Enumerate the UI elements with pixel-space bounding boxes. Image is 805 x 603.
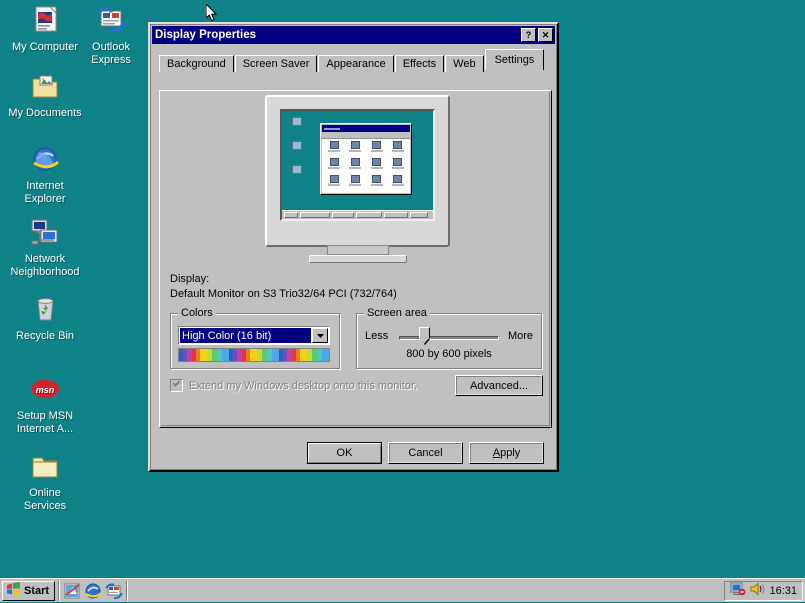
display-label: Display: [170,273,209,285]
mouse-cursor [206,4,218,23]
monitor-case [265,95,450,247]
tab-settings[interactable]: Settings [485,49,545,70]
tab-appearance[interactable]: Appearance [318,55,393,72]
taskbar-separator [58,581,60,601]
ok-button[interactable]: OK [307,442,382,464]
desktop-icon-label: Network Neighborhood [0,253,90,279]
monitor-preview [265,95,450,267]
desktop-icon-recycle-bin[interactable]: Recycle Bin [0,293,90,343]
desktop-icon-outlook-express[interactable]: Outlook Express [66,4,156,67]
windows-flag-icon [6,582,21,599]
close-button[interactable]: ✕ [538,28,553,42]
desktop-icon-setup-msn[interactable]: msn Setup MSN Internet A... [0,373,90,436]
clock[interactable]: 16:31 [769,585,797,597]
preview-window-icons [322,139,410,193]
apply-button-label-rest: pply [500,447,520,459]
slider-more-label: More [508,330,533,342]
desktop-icon-network-neighborhood[interactable]: Network Neighborhood [0,216,90,279]
screen-area-group-title: Screen area [364,307,430,319]
network-neighborhood-icon [0,216,90,250]
desktop-icon-my-documents[interactable]: My Documents [0,70,90,120]
dialog-title-bar[interactable]: Display Properties ? ✕ [152,26,555,44]
monitor-screen [280,109,435,221]
start-button[interactable]: Start [2,581,55,601]
ok-button-label: OK [308,443,381,463]
display-properties-dialog[interactable]: Display Properties ? ✕ Background Screen… [148,22,559,472]
tab-strip[interactable]: Background Screen Saver Appearance Effec… [159,50,557,70]
msn-icon: msn [0,373,90,407]
outlook-express-icon [66,4,156,38]
desktop-icon-internet-explorer[interactable]: Internet Explorer [0,143,90,206]
desktop-icon-label: Setup MSN Internet A... [0,410,90,436]
preview-icon-1 [286,117,308,127]
slider-less-label: Less [365,330,388,342]
tab-background[interactable]: Background [159,55,234,72]
display-adapter-name: Default Monitor on S3 Trio32/64 PCI (732… [170,288,397,300]
color-depth-combobox[interactable]: High Color (16 bit) [178,326,330,345]
apply-button-label-first-letter: A [493,447,500,459]
outlook-express-icon[interactable] [105,582,123,600]
desktop-icon-label: Internet Explorer [0,180,90,206]
help-button[interactable]: ? [521,28,536,42]
color-depth-value: High Color (16 bit) [180,328,311,343]
preview-window [320,123,412,195]
advanced-button[interactable]: Advanced... [455,375,543,396]
monitor-stand-base [309,255,407,263]
start-button-label: Start [24,585,49,597]
recycle-bin-icon [0,293,90,327]
colors-group-title: Colors [178,307,216,319]
svg-text:msn: msn [36,385,55,395]
settings-tab-panel: Display: Default Monitor on S3 Trio32/64… [159,90,552,428]
folder-icon [0,450,90,484]
volume-speaker-icon[interactable] [750,582,765,599]
preview-icon-3 [286,165,308,175]
tab-screen-saver[interactable]: Screen Saver [235,55,318,72]
screen-area-group: Screen area Less More 800 by 600 pixels [356,313,542,369]
tab-web[interactable]: Web [445,55,483,72]
internet-explorer-icon [0,143,90,177]
system-tray[interactable]: 16:31 [724,581,803,601]
taskbar[interactable]: Start 16:31 [0,578,805,602]
resolution-slider-thumb[interactable] [419,327,430,343]
desktop-icon-label: Recycle Bin [0,330,90,343]
dialog-title: Display Properties [155,29,519,41]
extend-desktop-row: Extend my Windows desktop onto this moni… [170,379,417,392]
resolution-value: 800 by 600 pixels [357,348,541,360]
my-documents-folder-icon [0,70,90,104]
preview-taskbar [282,210,435,219]
monitor-stand-neck [327,245,389,255]
tab-effects[interactable]: Effects [395,55,444,72]
extend-desktop-label: Extend my Windows desktop onto this moni… [189,380,417,392]
show-desktop-icon[interactable] [63,582,81,600]
colors-group: Colors High Color (16 bit) [170,313,340,369]
extend-desktop-checkbox [170,379,183,392]
cancel-button[interactable]: Cancel [388,442,463,464]
preview-window-title [322,125,410,132]
desktop-icon-label: Online Services [0,487,90,513]
taskbar-separator-2 [126,581,128,601]
internet-explorer-icon[interactable] [84,582,102,600]
display-settings-icon[interactable] [730,582,746,600]
color-spectrum-preview [178,348,330,362]
preview-icon-2 [286,141,308,151]
desktop-icon-label: My Documents [0,107,90,120]
apply-button[interactable]: Apply [469,442,544,464]
quick-launch-bar[interactable] [63,582,123,600]
resolution-slider-track[interactable] [399,336,499,340]
desktop-icon-label: Outlook Express [66,41,156,67]
desktop-icon-online-services[interactable]: Online Services [0,450,90,513]
chevron-down-icon[interactable] [312,328,328,343]
